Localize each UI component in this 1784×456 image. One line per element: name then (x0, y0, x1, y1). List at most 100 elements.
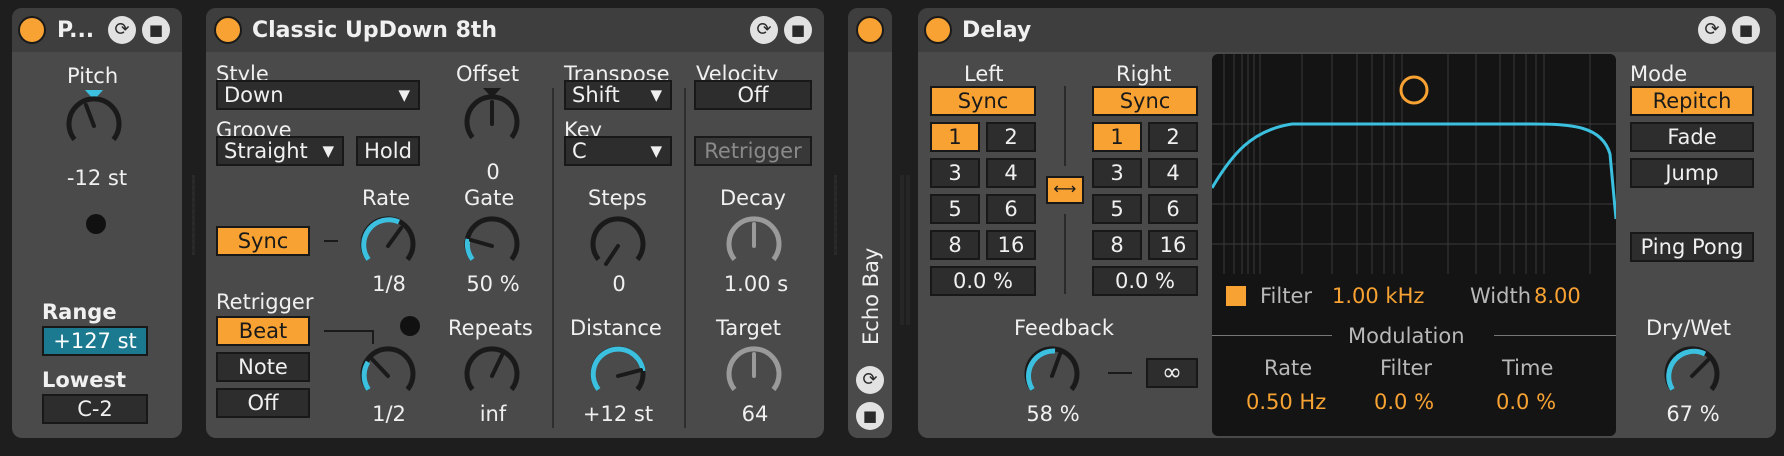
level-meter (906, 175, 910, 325)
range-field[interactable]: +127 st (42, 326, 148, 356)
echo-bay-title: Echo Bay (859, 247, 883, 345)
save-preset-icon[interactable]: ■ (1732, 16, 1760, 44)
filter-frequency-value[interactable]: 1.00 kHz (1332, 284, 1424, 308)
feedback-knob[interactable] (1018, 340, 1088, 410)
left-division-3[interactable]: 3 (930, 158, 980, 188)
chain-grip[interactable] (834, 175, 837, 255)
freeze-infinite-button[interactable]: ∞ (1146, 358, 1198, 388)
style-dropdown[interactable]: Down ▼ (216, 80, 420, 110)
modulation-label: Modulation (1348, 324, 1465, 348)
left-division-4[interactable]: 4 (986, 158, 1036, 188)
pitch-knob[interactable] (60, 90, 130, 160)
save-preset-icon[interactable]: ■ (784, 16, 812, 44)
divider (552, 88, 554, 428)
left-division-1[interactable]: 1 (930, 122, 980, 152)
hot-swap-icon[interactable]: ⟳ (856, 366, 884, 394)
steps-value: 0 (612, 272, 626, 296)
lowest-field[interactable]: C-2 (42, 394, 148, 424)
save-preset-icon[interactable]: ■ (856, 402, 884, 430)
left-division-6[interactable]: 6 (986, 194, 1036, 224)
key-dropdown[interactable]: C ▼ (564, 136, 672, 166)
gate-value: 50 % (466, 272, 520, 296)
range-label: Range (42, 300, 117, 324)
left-division-5[interactable]: 5 (930, 194, 980, 224)
mode-fade-button[interactable]: Fade (1630, 122, 1754, 152)
target-knob[interactable] (720, 340, 790, 410)
decay-value: 1.00 s (723, 272, 789, 296)
left-division-8[interactable]: 8 (930, 230, 980, 260)
groove-dropdown[interactable]: Straight ▼ (216, 136, 344, 166)
hot-swap-icon[interactable]: ⟳ (108, 16, 136, 44)
left-division-2[interactable]: 2 (986, 122, 1036, 152)
right-division-8[interactable]: 8 (1092, 230, 1142, 260)
mod-rate-value[interactable]: 0.50 Hz (1246, 390, 1326, 414)
right-division-2[interactable]: 2 (1148, 122, 1198, 152)
chain-grip[interactable] (192, 175, 195, 255)
retrigger-off-button[interactable]: Off (216, 388, 310, 418)
right-sync-button[interactable]: Sync (1092, 86, 1198, 116)
connector-line (324, 240, 338, 242)
velocity-retrigger-button[interactable]: Retrigger (694, 136, 812, 166)
pitch-value: -12 st (66, 166, 128, 190)
width-value[interactable]: 8.00 (1534, 284, 1581, 308)
link-channels-button[interactable]: ⟷ (1046, 176, 1084, 204)
right-division-16[interactable]: 16 (1148, 230, 1198, 260)
hold-button[interactable]: Hold (356, 136, 420, 166)
sync-button[interactable]: Sync (216, 226, 310, 256)
style-value: Down (224, 83, 284, 107)
offset-knob[interactable] (458, 88, 528, 158)
left-offset-field[interactable]: 0.0 % (930, 266, 1036, 296)
right-division-5[interactable]: 5 (1092, 194, 1142, 224)
hot-swap-icon[interactable]: ⟳ (750, 16, 778, 44)
left-sync-button[interactable]: Sync (930, 86, 1036, 116)
dropdown-arrow-icon: ▼ (650, 86, 662, 104)
gate-knob[interactable] (458, 210, 528, 280)
hot-swap-icon[interactable]: ⟳ (1698, 16, 1726, 44)
echo-bay-power-button[interactable] (856, 16, 884, 44)
delay-device-title: Delay (962, 18, 1032, 43)
right-division-6[interactable]: 6 (1148, 194, 1198, 224)
delay-device-header (918, 8, 1776, 52)
lowest-label: Lowest (42, 368, 126, 392)
pitch-label: Pitch (67, 64, 119, 88)
rate-knob[interactable] (354, 210, 424, 280)
pitch-power-button[interactable] (18, 16, 46, 44)
pitch-indicator-dot (86, 214, 106, 234)
drywet-knob[interactable] (1658, 340, 1728, 410)
save-preset-icon[interactable]: ■ (142, 16, 170, 44)
right-offset-field[interactable]: 0.0 % (1092, 266, 1198, 296)
dropdown-arrow-icon: ▼ (650, 142, 662, 160)
distance-value: +12 st (582, 402, 654, 426)
ping-pong-button[interactable]: Ping Pong (1630, 232, 1754, 262)
retrigger-note-button[interactable]: Note (216, 352, 310, 382)
retrigger-beat-button[interactable]: Beat (216, 316, 310, 346)
right-division-4[interactable]: 4 (1148, 158, 1198, 188)
left-division-16[interactable]: 16 (986, 230, 1036, 260)
repeats-knob[interactable] (458, 340, 528, 410)
velocity-button[interactable]: Off (694, 80, 812, 110)
link-line (1064, 214, 1066, 294)
transpose-dropdown[interactable]: Shift ▼ (564, 80, 672, 110)
mod-filter-value[interactable]: 0.0 % (1374, 390, 1434, 414)
filter-on-toggle[interactable] (1226, 286, 1246, 306)
right-division-3[interactable]: 3 (1092, 158, 1142, 188)
offset-label: Offset (456, 62, 520, 86)
width-label: Width (1470, 284, 1532, 308)
filter-graph[interactable] (1212, 54, 1616, 274)
mode-repitch-button[interactable]: Repitch (1630, 86, 1754, 116)
mod-time-value[interactable]: 0.0 % (1496, 390, 1556, 414)
divider (684, 88, 686, 428)
link-line (1064, 86, 1066, 166)
decay-knob[interactable] (720, 210, 790, 280)
steps-knob[interactable] (584, 210, 654, 280)
mode-jump-button[interactable]: Jump (1630, 158, 1754, 188)
arp-power-button[interactable] (214, 16, 242, 44)
distance-knob[interactable] (584, 340, 654, 410)
filter-frequency-handle[interactable] (1399, 75, 1429, 105)
connector-line (1108, 372, 1132, 374)
repeats-value: inf (479, 402, 507, 426)
filter-display[interactable]: Filter 1.00 kHz Width 8.00 Modulation Ra… (1212, 54, 1616, 436)
delay-power-button[interactable] (924, 16, 952, 44)
right-division-1[interactable]: 1 (1092, 122, 1142, 152)
retrigger-rate-knob[interactable] (354, 340, 424, 410)
